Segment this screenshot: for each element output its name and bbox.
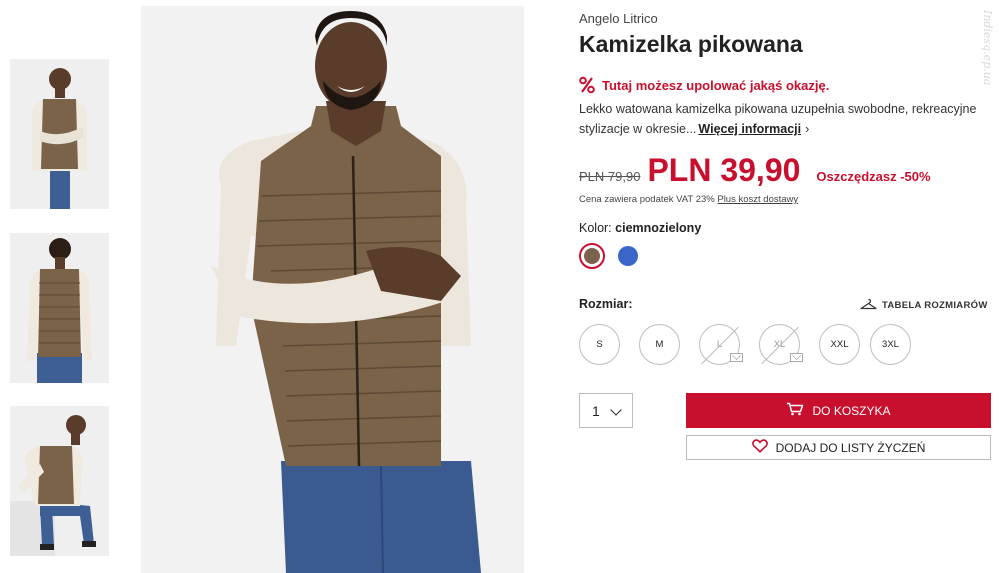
color-swatch-ciemnozielony[interactable] [579, 243, 605, 269]
color-label: Kolor: ciemnozielony [579, 221, 701, 235]
product-description: Lekko watowana kamizelka pikowana uzupeł… [579, 99, 979, 139]
size-xl-label: XL [773, 339, 786, 350]
deal-banner: Tutaj możesz upolować jakąś okazję. [579, 76, 829, 94]
swatch-fill [584, 248, 600, 264]
thumbnail-back[interactable] [10, 233, 109, 383]
price-row: PLN 79,90 PLN 39,90 Oszczędzasz -50% [579, 152, 931, 189]
current-price: PLN 39,90 [647, 152, 801, 188]
more-info-link[interactable]: Więcej informacji [698, 122, 801, 136]
vat-note: Cena zawiera podatek VAT 23% Plus koszt … [579, 194, 798, 205]
color-value: ciemnozielony [615, 221, 702, 235]
vat-text: Cena zawiera podatek VAT 23% [579, 194, 715, 205]
chevron-down-icon [610, 404, 622, 416]
product-thumbnail-front-image [10, 59, 109, 209]
chevron-right-icon[interactable]: › [805, 119, 809, 139]
size-option-xxl[interactable]: XXL [819, 324, 860, 365]
product-title: Kamizelka pikowana [579, 31, 803, 57]
envelope-icon [730, 353, 743, 362]
color-label-prefix: Kolor: [579, 221, 612, 235]
old-price: PLN 79,90 [579, 169, 641, 184]
percent-icon [579, 76, 595, 94]
quantity-value: 1 [592, 402, 600, 419]
swatch-fill [618, 246, 638, 266]
size-option-3xl[interactable]: 3XL [870, 324, 911, 365]
size-option-xl-unavailable[interactable]: XL [759, 324, 803, 365]
shipping-link[interactable]: Plus koszt dostawy [717, 194, 798, 205]
quantity-select[interactable]: 1 [579, 393, 633, 428]
product-thumbnail-back-image [10, 233, 109, 383]
size-l-label: L [716, 339, 723, 350]
color-swatch-blue[interactable] [615, 243, 641, 269]
add-to-cart-label: DO KOSZYKA [812, 403, 891, 418]
more-info-label: Więcej informacji [698, 122, 802, 136]
size-option-s[interactable]: S [579, 324, 620, 365]
savings-text: Oszczędzasz -50% [816, 169, 931, 184]
add-to-wishlist-button[interactable]: DODAJ DO LISTY ŻYCZEŃ [686, 435, 991, 460]
thumbnail-front[interactable] [10, 59, 109, 209]
size-option-l-unavailable[interactable]: L [699, 324, 743, 365]
product-main-image [141, 6, 524, 573]
product-thumbnail-seated-image [10, 406, 109, 556]
deal-text: Tutaj możesz upolować jakąś okazję. [602, 77, 830, 93]
heart-icon [751, 439, 768, 456]
add-to-wishlist-label: DODAJ DO LISTY ŻYCZEŃ [775, 440, 926, 455]
brand-name[interactable]: Angelo Litrico [579, 11, 658, 26]
add-to-cart-button[interactable]: DO KOSZYKA [686, 393, 991, 428]
size-label: Rozmiar: [579, 297, 633, 311]
size-table-label: TABELA ROZMIARÓW [882, 300, 988, 311]
thumbnail-seated[interactable] [10, 406, 109, 556]
hanger-icon [860, 298, 877, 313]
envelope-icon [790, 353, 803, 362]
watermark: Indiesq.ep.ua [981, 10, 994, 86]
main-product-image[interactable] [141, 6, 524, 573]
size-table-link[interactable]: TABELA ROZMIARÓW [860, 298, 988, 313]
cart-icon [786, 402, 804, 419]
size-option-m[interactable]: M [639, 324, 680, 365]
